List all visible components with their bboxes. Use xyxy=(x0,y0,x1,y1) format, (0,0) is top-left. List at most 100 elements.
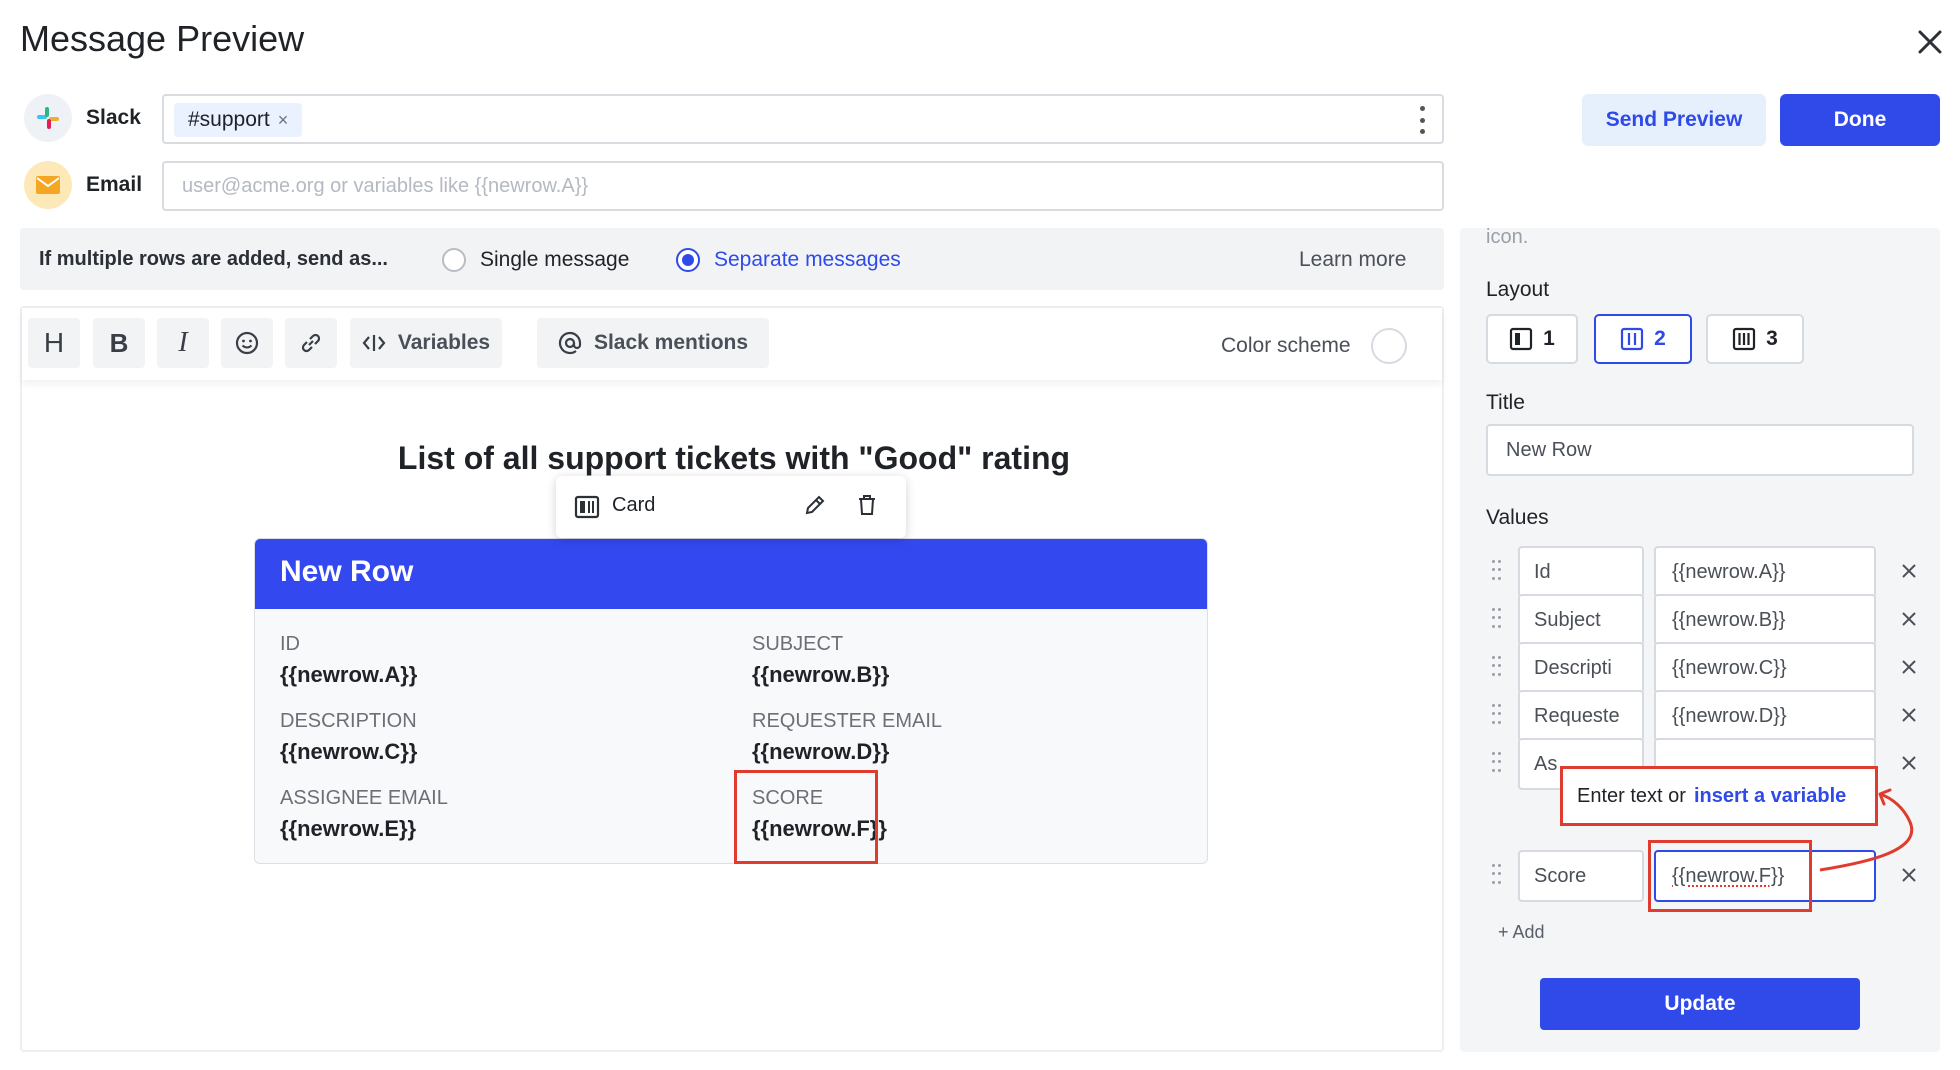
update-button[interactable]: Update xyxy=(1540,978,1860,1030)
variables-label: Variables xyxy=(397,331,491,354)
field-value: {{newrow.E}} xyxy=(280,816,417,841)
value-row: Requeste {{newrow.D}} xyxy=(1460,690,1940,742)
layout-option-3[interactable]: 3 xyxy=(1706,314,1804,364)
card-title-input[interactable] xyxy=(1486,424,1914,476)
two-column-icon xyxy=(1621,327,1644,351)
field-label: ASSIGNEE EMAIL xyxy=(280,787,448,809)
separate-messages-label[interactable]: Separate messages xyxy=(714,248,901,272)
message-title: List of all support tickets with "Good" … xyxy=(397,440,1071,476)
message-card[interactable]: New Row ID {{newrow.A}} SUBJECT {{newrow… xyxy=(254,538,1208,864)
value-input[interactable]: {{newrow.A}} xyxy=(1654,546,1876,598)
layout-heading: Layout xyxy=(1486,278,1550,301)
remove-row-icon[interactable] xyxy=(1898,656,1920,678)
emoji-button[interactable] xyxy=(221,318,273,368)
card-block-popover: Card xyxy=(556,476,906,538)
color-scheme-picker[interactable] xyxy=(1371,328,1407,364)
card-settings-panel: icon. Layout 1 2 3 Title Values Id {{new… xyxy=(1460,228,1940,1052)
drag-handle-icon[interactable] xyxy=(1492,864,1502,886)
card-field: ID {{newrow.A}} xyxy=(280,633,417,688)
card-field: ASSIGNEE EMAIL {{newrow.E}} xyxy=(280,787,448,842)
edit-icon[interactable] xyxy=(802,492,828,523)
columns-icon xyxy=(574,494,600,525)
done-button[interactable]: Done xyxy=(1780,94,1940,146)
email-label: Email xyxy=(86,173,143,196)
field-value: {{newrow.B}} xyxy=(752,662,890,687)
field-value: {{newrow.D}} xyxy=(752,739,890,764)
one-column-icon xyxy=(1510,327,1533,351)
field-label: REQUESTER EMAIL xyxy=(752,710,943,732)
link-button[interactable] xyxy=(285,318,337,368)
card-header: New Row xyxy=(255,539,1207,609)
color-scheme-label: Color scheme xyxy=(1221,334,1351,357)
more-options-icon[interactable] xyxy=(1412,106,1432,134)
value-key-input[interactable]: Descripti xyxy=(1518,642,1644,694)
drag-handle-icon[interactable] xyxy=(1492,704,1502,726)
value-key-input[interactable]: Id xyxy=(1518,546,1644,598)
at-icon xyxy=(558,331,582,355)
drag-handle-icon[interactable] xyxy=(1492,560,1502,582)
drag-handle-icon[interactable] xyxy=(1492,656,1502,678)
three-column-icon xyxy=(1733,327,1756,351)
send-preview-button[interactable]: Send Preview xyxy=(1582,94,1766,146)
separate-messages-radio[interactable] xyxy=(676,248,700,272)
slack-icon xyxy=(24,94,72,142)
remove-row-icon[interactable] xyxy=(1898,752,1920,774)
multi-row-prompt: If multiple rows are added, send as... xyxy=(39,248,388,270)
value-input[interactable]: {{newrow.C}} xyxy=(1654,642,1876,694)
bold-button[interactable]: B xyxy=(93,318,145,368)
layout-option-label: 2 xyxy=(1654,327,1666,350)
channel-chip-label: #support xyxy=(188,108,270,131)
layout-option-1[interactable]: 1 xyxy=(1486,314,1578,364)
trash-icon[interactable] xyxy=(854,492,880,523)
slack-channel-field[interactable]: #support × xyxy=(162,94,1444,144)
field-value: {{newrow.A}} xyxy=(280,662,418,687)
card-field: REQUESTER EMAIL {{newrow.D}} xyxy=(752,710,942,765)
slack-mentions-label: Slack mentions xyxy=(593,331,749,354)
value-key-input[interactable]: Subject xyxy=(1518,594,1644,646)
learn-more-link[interactable]: Learn more xyxy=(1299,248,1406,272)
field-label: DESCRIPTION xyxy=(280,710,417,732)
multi-row-options: If multiple rows are added, send as... S… xyxy=(20,228,1444,290)
value-row: Descripti {{newrow.C}} xyxy=(1460,642,1940,694)
remove-row-icon[interactable] xyxy=(1898,608,1920,630)
heading-button[interactable]: H xyxy=(28,318,80,368)
email-field[interactable] xyxy=(164,163,1442,209)
panel-cut-text: icon. xyxy=(1486,228,1529,248)
code-icon xyxy=(362,335,386,351)
value-row: Subject {{newrow.B}} xyxy=(1460,594,1940,646)
score-highlight-box xyxy=(734,770,878,864)
single-message-radio[interactable] xyxy=(442,248,466,272)
add-value-button[interactable]: + Add xyxy=(1498,922,1545,943)
layout-option-2[interactable]: 2 xyxy=(1594,314,1692,364)
values-heading: Values xyxy=(1486,506,1549,529)
variables-button[interactable]: Variables xyxy=(350,318,502,368)
remove-row-icon[interactable] xyxy=(1898,704,1920,726)
value-highlight-box xyxy=(1648,840,1812,912)
popover-label: Card xyxy=(612,494,656,516)
dialog-title: Message Preview xyxy=(20,18,305,59)
layout-option-label: 3 xyxy=(1766,327,1778,350)
slack-label: Slack xyxy=(86,106,141,129)
drag-handle-icon[interactable] xyxy=(1492,752,1502,774)
email-icon xyxy=(24,161,72,209)
card-field: SUBJECT {{newrow.B}} xyxy=(752,633,889,688)
value-input[interactable]: {{newrow.D}} xyxy=(1654,690,1876,742)
channel-chip: #support × xyxy=(174,103,303,137)
chip-remove-icon[interactable]: × xyxy=(278,110,289,131)
value-input[interactable]: {{newrow.B}} xyxy=(1654,594,1876,646)
slack-mentions-button[interactable]: Slack mentions xyxy=(537,318,769,368)
drag-handle-icon[interactable] xyxy=(1492,608,1502,630)
link-icon xyxy=(301,333,321,353)
email-field-container xyxy=(162,161,1444,211)
value-row: Id {{newrow.A}} xyxy=(1460,546,1940,598)
close-icon[interactable] xyxy=(1910,22,1950,62)
value-key-input[interactable]: Score xyxy=(1518,850,1644,902)
remove-row-icon[interactable] xyxy=(1898,560,1920,582)
tooltip-text: Enter text or xyxy=(1577,784,1686,807)
emoji-icon xyxy=(235,331,259,355)
single-message-label[interactable]: Single message xyxy=(480,248,629,272)
field-value: {{newrow.C}} xyxy=(280,739,418,764)
italic-button[interactable]: I xyxy=(157,318,209,368)
value-key-input[interactable]: Requeste xyxy=(1518,690,1644,742)
message-editor: H B I Variables Slack mentions Color sch… xyxy=(20,306,1444,1052)
